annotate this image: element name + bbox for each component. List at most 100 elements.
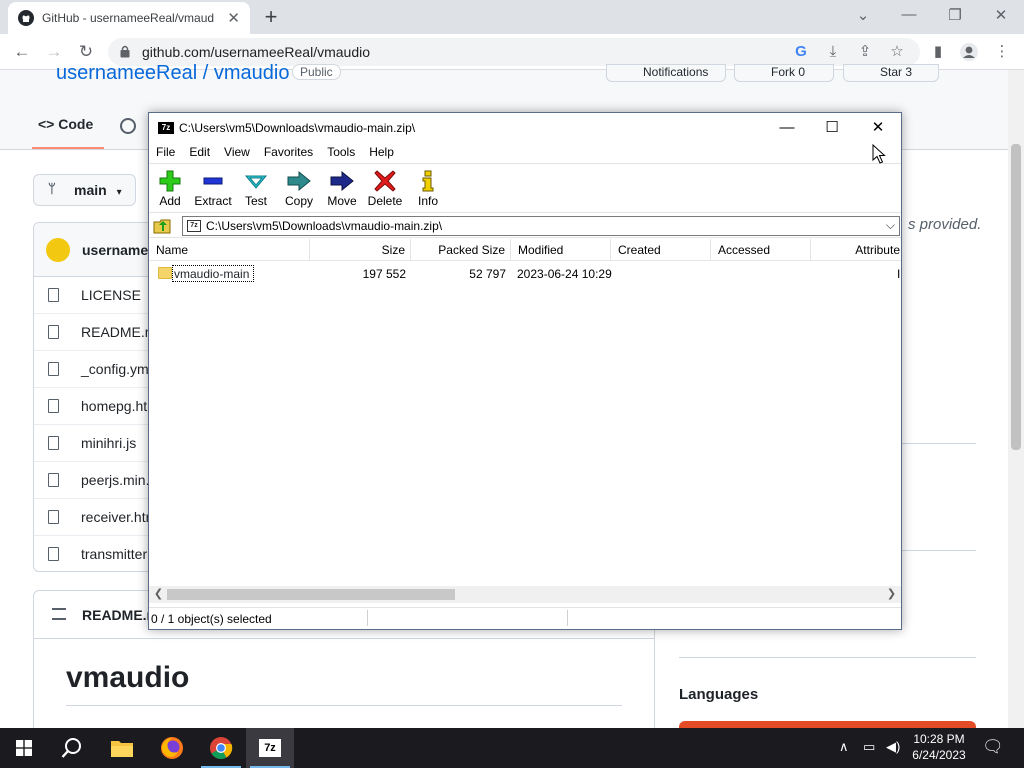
info-label: Info	[417, 194, 438, 208]
move-button[interactable]: Move	[321, 168, 363, 212]
item-name[interactable]: vmaudio-main	[172, 265, 255, 282]
menu-tools[interactable]: Tools	[320, 143, 362, 163]
volume-icon[interactable]: ◀)	[886, 739, 900, 755]
side-panel-icon[interactable]: ▮	[927, 42, 949, 64]
plus-icon	[159, 170, 181, 192]
back-icon[interactable]: ←	[10, 40, 34, 64]
repo-path-link[interactable]: usernameeReal / vmaudio	[56, 62, 289, 85]
install-app-icon[interactable]: ⤓	[824, 43, 842, 61]
list-item[interactable]: peerjs.min.	[34, 462, 162, 499]
file-name[interactable]: receiver.htr	[81, 509, 150, 525]
file-name[interactable]: README.m	[81, 324, 156, 340]
share-icon[interactable]: ⇪	[856, 43, 874, 61]
minimize-icon[interactable]: —	[764, 117, 810, 139]
maximize-icon[interactable]: ☐	[809, 117, 855, 139]
column-size[interactable]: Size	[310, 239, 411, 261]
close-icon[interactable]: ✕	[855, 117, 901, 139]
profile-avatar-icon[interactable]	[958, 42, 980, 64]
reload-icon[interactable]: ↻	[74, 40, 98, 64]
list-item[interactable]: receiver.htr	[34, 499, 162, 536]
taskbar-search-button[interactable]	[48, 728, 96, 768]
languages-heading: Languages	[679, 686, 759, 703]
column-created[interactable]: Created	[611, 239, 711, 261]
minimize-icon[interactable]: —	[897, 6, 921, 23]
menu-bar: File Edit View Favorites Tools Help	[149, 143, 901, 163]
restore-icon[interactable]: ❐	[943, 6, 967, 24]
path-combobox[interactable]: 7z C:\Users\vm5\Downloads\vmaudio-main.z…	[182, 216, 900, 236]
taskbar-file-explorer[interactable]	[98, 728, 146, 768]
menu-edit[interactable]: Edit	[182, 143, 217, 163]
branch-selector[interactable]: ᛘ main ▾	[33, 174, 136, 206]
page-scrollbar-thumb[interactable]	[1011, 144, 1021, 450]
scroll-right-icon[interactable]: ❯	[883, 586, 900, 603]
taskbar-7zip[interactable]: 7z	[246, 728, 294, 768]
menu-view[interactable]: View	[217, 143, 257, 163]
list-item[interactable]: LICENSE	[34, 277, 162, 314]
list-item[interactable]: homepg.ht	[34, 388, 162, 425]
path-text: C:\Users\vm5\Downloads\vmaudio-main.zip\	[206, 219, 443, 233]
chrome-menu-icon[interactable]: ⋮	[991, 42, 1013, 64]
menu-help[interactable]: Help	[362, 143, 401, 163]
star-button[interactable]: Star 3	[843, 64, 939, 82]
column-name[interactable]: Name	[149, 239, 310, 261]
new-tab-icon[interactable]: +	[260, 4, 282, 30]
taskbar-firefox[interactable]	[148, 728, 196, 768]
forward-icon[interactable]: →	[42, 40, 66, 64]
tab-close-icon[interactable]: ✕	[227, 9, 240, 27]
file-name[interactable]: transmitter	[81, 546, 147, 562]
test-button[interactable]: Test	[235, 168, 277, 212]
issues-icon[interactable]	[120, 118, 136, 134]
notification-center-icon[interactable]: 🗨	[982, 737, 1004, 757]
browser-tab-github[interactable]: GitHub - usernameeReal/vmaudio ✕	[8, 2, 250, 34]
start-button[interactable]	[0, 728, 48, 768]
tab-search-chevron-icon[interactable]: ⌄	[851, 6, 875, 24]
item-attributes: I	[897, 267, 901, 281]
scroll-left-icon[interactable]: ❮	[150, 586, 167, 603]
bookmark-star-icon[interactable]: ☆	[888, 43, 906, 61]
file-name[interactable]: minihri.js	[81, 435, 136, 451]
horizontal-scrollbar[interactable]: ❮ ❯	[149, 586, 901, 603]
outline-list-icon[interactable]	[52, 608, 66, 620]
add-button[interactable]: Add	[149, 168, 191, 212]
commit-author[interactable]: usernamee	[82, 242, 156, 258]
folder-up-icon[interactable]	[153, 218, 171, 234]
extract-button[interactable]: Extract	[192, 168, 234, 212]
file-name[interactable]: LICENSE	[81, 287, 141, 303]
fork-button[interactable]: Fork 0	[734, 64, 834, 82]
show-hidden-icons-chevron-icon[interactable]: ∧	[839, 739, 849, 755]
file-name[interactable]: homepg.ht	[81, 398, 147, 414]
file-list: usernamee LICENSE README.m _config.ym ho…	[33, 222, 163, 572]
copy-button[interactable]: Copy	[278, 168, 320, 212]
column-packed-size[interactable]: Packed Size	[411, 239, 511, 261]
list-item[interactable]: transmitter	[34, 536, 162, 571]
archive-icon: 7z	[187, 220, 201, 232]
column-attributes[interactable]: Attribute	[811, 239, 901, 261]
file-name[interactable]: _config.ym	[81, 361, 149, 377]
sevenzip-titlebar[interactable]: 7z C:\Users\vm5\Downloads\vmaudio-main.z…	[149, 113, 901, 143]
status-divider	[367, 610, 368, 626]
column-modified[interactable]: Modified	[511, 239, 611, 261]
file-icon	[48, 510, 59, 524]
menu-favorites[interactable]: Favorites	[257, 143, 320, 163]
info-button[interactable]: Info	[407, 168, 449, 212]
avatar[interactable]	[46, 238, 70, 262]
close-window-icon[interactable]: ✕	[989, 6, 1013, 24]
taskbar-chrome[interactable]	[197, 728, 245, 768]
google-lens-icon[interactable]: G	[792, 43, 810, 61]
network-icon[interactable]: ▭	[863, 739, 875, 755]
delete-button[interactable]: Delete	[364, 168, 406, 212]
list-item[interactable]: README.m	[34, 314, 162, 351]
menu-file[interactable]: File	[149, 143, 182, 163]
table-row[interactable]: vmaudio-main 197 552 52 797 2023-06-24 1…	[149, 265, 901, 283]
chevron-down-icon[interactable]: ⌵	[886, 218, 895, 233]
notifications-button[interactable]: Notifications	[606, 64, 726, 82]
horizontal-scrollbar-thumb[interactable]	[167, 589, 455, 600]
list-item[interactable]: minihri.js	[34, 425, 162, 462]
file-name[interactable]: peerjs.min.	[81, 472, 149, 488]
heading-divider	[66, 705, 622, 706]
column-accessed[interactable]: Accessed	[711, 239, 811, 261]
list-item[interactable]: _config.ym	[34, 351, 162, 388]
tab-code[interactable]: <> Code	[38, 116, 93, 132]
page-scrollbar[interactable]	[1008, 70, 1024, 728]
system-clock[interactable]: 10:28 PM 6/24/2023	[906, 731, 972, 763]
